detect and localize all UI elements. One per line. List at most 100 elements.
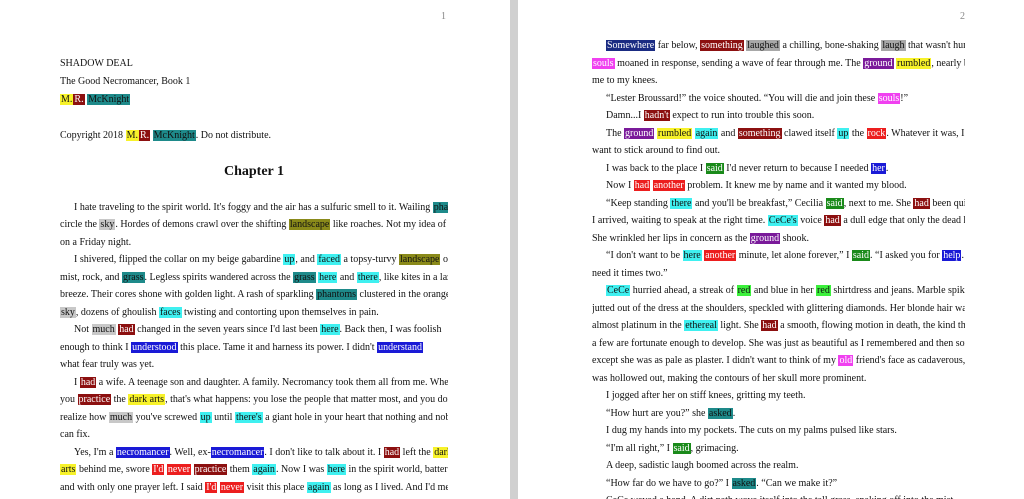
- highlighted-word: had: [913, 197, 930, 209]
- text-run: Not: [74, 324, 92, 335]
- highlighted-word: ground: [624, 127, 655, 139]
- text-line: I jogged after her on stiff knees, gritt…: [592, 387, 965, 405]
- text-run: this place. Tame it and harness its powe…: [177, 341, 378, 353]
- text-run: . Well, ex-: [169, 446, 211, 458]
- text-line: CeCe waved a hand. A dirt path wove itse…: [592, 492, 965, 499]
- text-run: , next to me. She: [843, 197, 914, 209]
- highlighted-word: up: [283, 254, 296, 265]
- text-run: , that's what happens: you lose the peop…: [165, 394, 448, 405]
- text-run: “I don't want to be: [606, 250, 683, 261]
- highlighted-word: souls: [592, 57, 615, 69]
- text-run: , nearly bringing: [931, 57, 965, 69]
- text-run: . Now I was: [275, 464, 327, 475]
- text-line: Yes, I'm a necromancer. Well, ex-necroma…: [60, 444, 448, 462]
- text-run: behind me, swore: [76, 464, 153, 475]
- text-line: The ground rumbled again and something c…: [592, 125, 965, 143]
- text-run: CeCe waved a hand. A dirt path wove itse…: [606, 495, 956, 499]
- highlighted-word: practice: [77, 394, 112, 405]
- text-run: I jogged after her on stiff knees, gritt…: [606, 390, 806, 401]
- chapter-heading: Chapter 1: [223, 164, 285, 179]
- highlighted-word: had: [824, 215, 841, 226]
- highlighted-word: there: [670, 197, 693, 209]
- text-line: you practice the dark arts, that's what …: [60, 391, 448, 409]
- highlighted-word: practice: [193, 464, 228, 475]
- highlighted-word: again: [306, 481, 331, 493]
- highlighted-word: R.: [138, 130, 151, 141]
- text-line: I shivered, flipped the collar on my bei…: [60, 251, 448, 269]
- text-run: in the spirit world, battered,: [348, 464, 448, 475]
- text-run: friend's face as cadaverous, but it: [855, 355, 965, 366]
- text-line: realize how much you've screwed up until…: [60, 409, 448, 427]
- document-page-1: 1 SHADOW DEAL The Good Necromancer, Book…: [0, 0, 510, 499]
- highlighted-word: up: [199, 411, 212, 423]
- text-run: Damn...I: [606, 110, 644, 121]
- text-line: She wrinkled her lips in concern as the …: [592, 230, 965, 248]
- text-run: visit this place: [244, 481, 307, 493]
- text-run: hurried ahead, a streak of: [630, 285, 737, 296]
- highlighted-word: another: [704, 250, 737, 261]
- highlighted-word: asked: [731, 477, 757, 489]
- text-run: except she was as pale as plaster. I did…: [592, 355, 839, 366]
- text-line: Damn...I hadn't expect to run into troub…: [592, 107, 965, 125]
- highlighted-word: here: [318, 271, 338, 283]
- text-run: a giant hole in your heart that nothing …: [262, 411, 448, 423]
- highlighted-word: I'd: [152, 464, 165, 475]
- highlighted-word: something: [700, 40, 744, 51]
- text-line: Now I had another problem. It knew me by…: [592, 177, 965, 195]
- highlighted-word: had: [761, 320, 778, 331]
- page-gap: [510, 0, 518, 499]
- highlighted-word: ground: [749, 232, 781, 244]
- text-run: breeze. Their cores shone with golden li…: [60, 289, 317, 300]
- highlighted-word: arts: [60, 464, 77, 475]
- highlighted-word: red: [816, 285, 831, 296]
- text-run: and: [337, 271, 357, 283]
- highlighted-word: ethereal: [684, 320, 718, 331]
- text-run: , grimacing.: [690, 442, 739, 454]
- text-line: want to stick around to find out.: [592, 142, 965, 160]
- text-run: need it times two.”: [592, 267, 668, 279]
- highlighted-word: I'd: [205, 481, 218, 493]
- highlighted-word: faces: [158, 306, 182, 318]
- highlighted-word: said: [851, 250, 871, 261]
- text-run: I'd never return to because I needed: [723, 162, 872, 174]
- text-run: clawed itself: [781, 127, 838, 139]
- highlighted-word: R.: [73, 94, 85, 105]
- text-run: .: [732, 407, 736, 419]
- highlighted-word: there: [356, 271, 379, 283]
- highlighted-word: necromancer: [115, 446, 170, 458]
- highlighted-word: never: [166, 464, 192, 475]
- text-run: changed in the seven years since I'd las…: [134, 324, 321, 335]
- text-line: need it times two.”: [592, 265, 965, 283]
- document-page-2: 2 Somewhere far below, something laughed…: [518, 0, 1024, 499]
- text-run: until: [211, 411, 235, 423]
- highlighted-word: grass: [293, 271, 316, 283]
- text-run: . “Can we make it?”: [756, 477, 838, 489]
- text-line: what fear truly was yet.: [60, 356, 448, 374]
- highlighted-word: phantoms: [316, 289, 358, 300]
- text-line: “I'm all right,” I said, grimacing.: [592, 440, 965, 458]
- highlighted-word: laugh: [881, 40, 906, 51]
- text-line: “I don't want to be here another minute,…: [592, 247, 965, 265]
- text-run: A deep, sadistic laugh boomed across the…: [606, 460, 799, 471]
- text-line: souls moaned in response, sending a wave…: [592, 55, 965, 73]
- text-run: “Keep standing: [606, 197, 671, 209]
- text-run: Yes, I'm a: [74, 446, 116, 458]
- text-run: I: [74, 376, 80, 388]
- text-run: minute, let alone forever,” I: [736, 250, 852, 261]
- text-line: enough to think I understood this place.…: [60, 339, 448, 357]
- highlighted-word: had: [118, 324, 135, 335]
- book-title: SHADOW DEAL: [60, 58, 133, 69]
- text-run: “I'm all right,” I: [606, 442, 673, 454]
- highlighted-word: understood: [131, 341, 178, 353]
- text-run: twisting and contorting upon themselves …: [181, 306, 379, 318]
- highlighted-word: faced: [317, 254, 341, 265]
- highlighted-word: rumbled: [896, 57, 932, 69]
- text-run: shook.: [780, 232, 809, 244]
- text-run: and with only one prayer left. I said: [60, 481, 206, 493]
- text-line: breeze. Their cores shone with golden li…: [60, 286, 448, 304]
- text-run: and: [718, 127, 738, 139]
- text-run: I hate traveling to the spirit world. It…: [74, 201, 433, 213]
- text-run: , like kites in a lazy: [378, 271, 448, 283]
- highlighted-word: said: [705, 162, 724, 174]
- highlighted-word: necromancer: [210, 446, 265, 458]
